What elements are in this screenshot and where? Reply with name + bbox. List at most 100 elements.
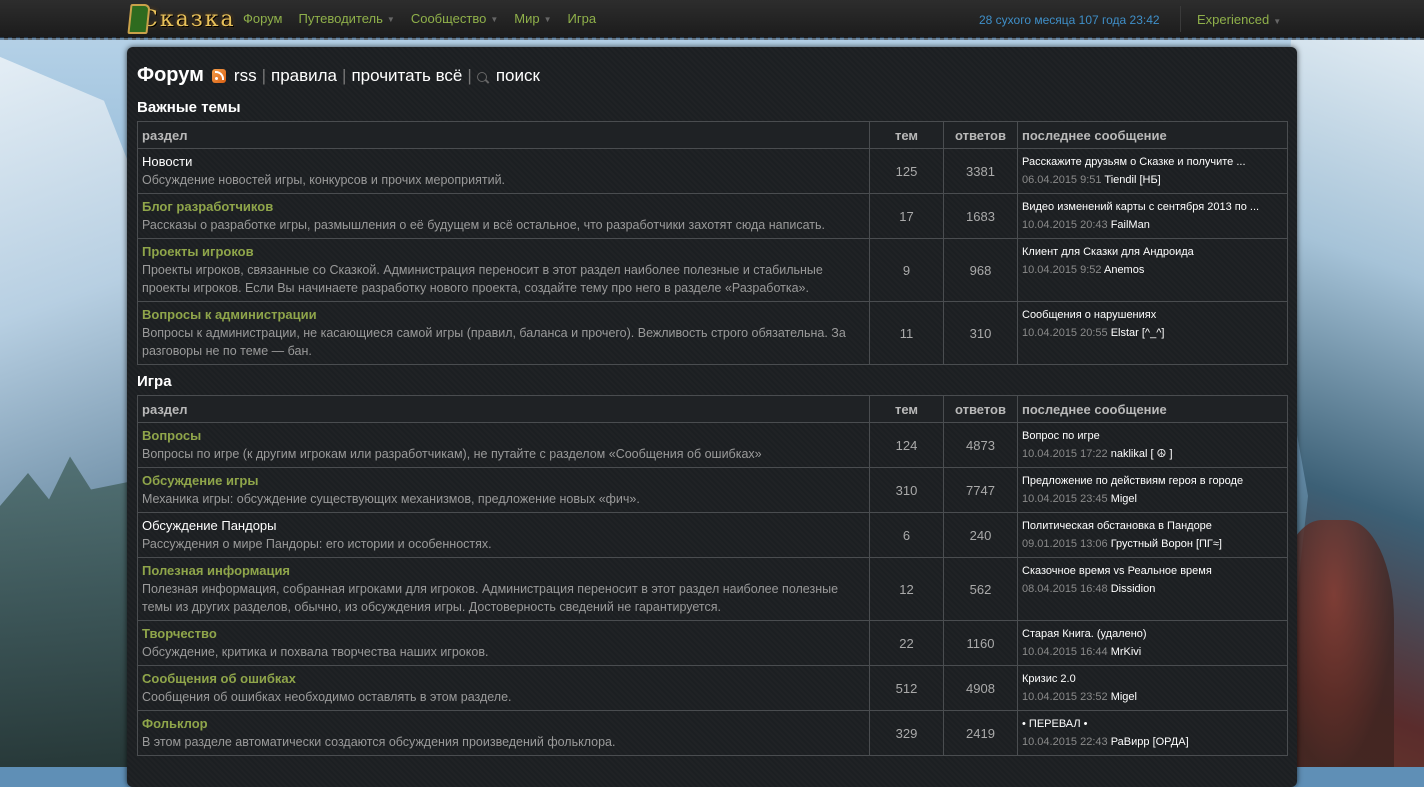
replies-count: 562 <box>943 557 1018 621</box>
last-post-author[interactable]: Migel <box>1111 691 1137 703</box>
rss-icon[interactable] <box>211 69 226 83</box>
section-desc: Рассуждения о мире Пандоры: его истории … <box>142 537 492 551</box>
table-row: Фольклор В этом разделе автоматически соз… <box>137 710 1288 756</box>
last-post-date: 09.01.2015 13:06 <box>1022 538 1108 550</box>
last-post-date: 10.04.2015 23:52 <box>1022 691 1108 703</box>
last-post-date: 10.04.2015 20:55 <box>1022 327 1108 339</box>
replies-count: 4873 <box>943 422 1018 468</box>
last-post-date: 10.04.2015 20:43 <box>1022 219 1108 231</box>
last-post-author[interactable]: Tiendil [НБ] <box>1104 174 1160 186</box>
section-desc: Обсуждение, критика и похвала творчества… <box>142 645 489 659</box>
section-link[interactable]: Вопросы к администрации <box>142 306 865 324</box>
last-post-link[interactable]: • ПЕРЕВАЛ • <box>1022 715 1283 733</box>
replies-count: 4908 <box>943 665 1018 711</box>
last-post-date: 10.04.2015 16:44 <box>1022 646 1108 658</box>
last-post-date: 08.04.2015 16:48 <box>1022 583 1108 595</box>
table-row: Блог разработчиков Рассказы о разработке … <box>137 193 1288 239</box>
top-navbar: Сказка Форум Путеводитель ▼ Сообщество ▼ М… <box>0 0 1424 40</box>
nav-item-community[interactable]: Сообщество ▼ <box>411 11 498 26</box>
section-desc: Рассказы о разработке игры, размышления … <box>142 218 825 232</box>
nav-item-world[interactable]: Мир ▼ <box>514 11 551 26</box>
last-post-link[interactable]: Предложение по действиям героя в городе <box>1022 472 1283 490</box>
col-replies: ответов <box>943 395 1018 423</box>
section-link[interactable]: Творчество <box>142 625 865 643</box>
last-post-author[interactable]: Dissidion <box>1111 583 1156 595</box>
last-post-author[interactable]: Migel <box>1111 493 1137 505</box>
rules-link[interactable]: правила <box>271 66 337 86</box>
col-last: последнее сообщение <box>1017 121 1288 149</box>
rss-link[interactable]: rss <box>234 66 257 86</box>
nav-item-guide[interactable]: Путеводитель ▼ <box>299 11 395 26</box>
forum-table: раздел тем ответов последнее сообщение Н… <box>137 121 1288 365</box>
section-link[interactable]: Фольклор <box>142 715 865 733</box>
table-row: Полезная информация Полезная информация, … <box>137 557 1288 621</box>
search-link[interactable]: поиск <box>496 66 540 86</box>
table-row: Сообщения об ошибках Сообщения об ошибках… <box>137 665 1288 711</box>
caret-down-icon: ▼ <box>1273 17 1282 26</box>
section-desc: Вопросы к администрации, не касающиеся с… <box>142 326 846 358</box>
table-header: раздел тем ответов последнее сообщение <box>137 121 1288 149</box>
section-desc: Механика игры: обсуждение существующих м… <box>142 492 640 506</box>
col-last: последнее сообщение <box>1017 395 1288 423</box>
page-title: Форум <box>137 64 204 86</box>
table-row: Проекты игроков Проекты игроков, связанны… <box>137 238 1288 302</box>
section-link[interactable]: Блог разработчиков <box>142 198 865 216</box>
topics-count: 125 <box>869 148 944 194</box>
user-menu[interactable]: Experienced ▼ <box>1197 12 1281 27</box>
last-post-link[interactable]: Сказочное время vs Реальное время <box>1022 562 1283 580</box>
last-post-author[interactable]: naklikal [ ☮ ] <box>1111 448 1173 460</box>
last-post-author[interactable]: FailMan <box>1111 219 1150 231</box>
forum-header: Форум rss | правила | прочитать всё | по… <box>137 64 540 87</box>
last-post-author[interactable]: Elstar [^_^] <box>1111 327 1165 339</box>
last-post-date: 10.04.2015 9:52 <box>1022 264 1102 276</box>
section-desc: Полезная информация, собранная игроками … <box>142 582 839 614</box>
topics-count: 22 <box>869 620 944 666</box>
col-section: раздел <box>137 121 870 149</box>
topics-count: 12 <box>869 557 944 621</box>
last-post-link[interactable]: Кризис 2.0 <box>1022 670 1283 688</box>
last-post-link[interactable]: Расскажите друзьям о Сказке и получите .… <box>1022 153 1283 171</box>
section-desc: Проекты игроков, связанные со Сказкой. А… <box>142 263 823 295</box>
section-link[interactable]: Вопросы <box>142 427 865 445</box>
separator: | <box>467 66 472 85</box>
last-post-link[interactable]: Видео изменений карты с сентября 2013 по… <box>1022 198 1283 216</box>
last-post-author[interactable]: Anemos <box>1104 264 1144 276</box>
section-link[interactable]: Полезная информация <box>142 562 865 580</box>
replies-count: 7747 <box>943 467 1018 513</box>
replies-count: 1160 <box>943 620 1018 666</box>
col-topics: тем <box>869 121 944 149</box>
section-link[interactable]: Сообщения об ошибках <box>142 670 865 688</box>
last-post-date: 10.04.2015 23:45 <box>1022 493 1108 505</box>
section-link[interactable]: Проекты игроков <box>142 243 865 261</box>
table-row: Новости Обсуждение новостей игры, конкурс… <box>137 148 1288 194</box>
site-logo[interactable]: Сказка <box>127 4 236 34</box>
last-post-author[interactable]: MrKivi <box>1111 646 1142 658</box>
topics-count: 6 <box>869 512 944 558</box>
last-post-author[interactable]: РаВирр [ОРДА] <box>1111 736 1189 748</box>
last-post-link[interactable]: Политическая обстановка в Пандоре <box>1022 517 1283 535</box>
group-title: Игра <box>137 373 172 390</box>
group-title: Важные темы <box>137 99 241 116</box>
last-post-date: 06.04.2015 9:51 <box>1022 174 1102 186</box>
nav-item-game[interactable]: Игра <box>568 11 597 26</box>
read-all-link[interactable]: прочитать всё <box>351 66 462 86</box>
nav-item-forum[interactable]: Форум <box>243 11 283 26</box>
section-link[interactable]: Новости <box>142 153 865 171</box>
table-row: Вопросы Вопросы по игре (к другим игрокам… <box>137 422 1288 468</box>
section-desc: Вопросы по игре (к другим игрокам или ра… <box>142 447 762 461</box>
forum-table: раздел тем ответов последнее сообщение В… <box>137 395 1288 756</box>
replies-count: 240 <box>943 512 1018 558</box>
topics-count: 329 <box>869 710 944 756</box>
table-row: Творчество Обсуждение, критика и похвала … <box>137 620 1288 666</box>
last-post-link[interactable]: Сообщения о нарушениях <box>1022 306 1283 324</box>
section-link[interactable]: Обсуждение игры <box>142 472 865 490</box>
replies-count: 2419 <box>943 710 1018 756</box>
last-post-link[interactable]: Вопрос по игре <box>1022 427 1283 445</box>
last-post-link[interactable]: Клиент для Сказки для Андроида <box>1022 243 1283 261</box>
last-post-author[interactable]: Грустный Ворон [ПГ≈] <box>1111 538 1222 550</box>
topics-count: 17 <box>869 193 944 239</box>
section-link[interactable]: Обсуждение Пандоры <box>142 517 865 535</box>
replies-count: 3381 <box>943 148 1018 194</box>
last-post-link[interactable]: Старая Книга. (удалено) <box>1022 625 1283 643</box>
caret-down-icon: ▼ <box>386 15 395 25</box>
